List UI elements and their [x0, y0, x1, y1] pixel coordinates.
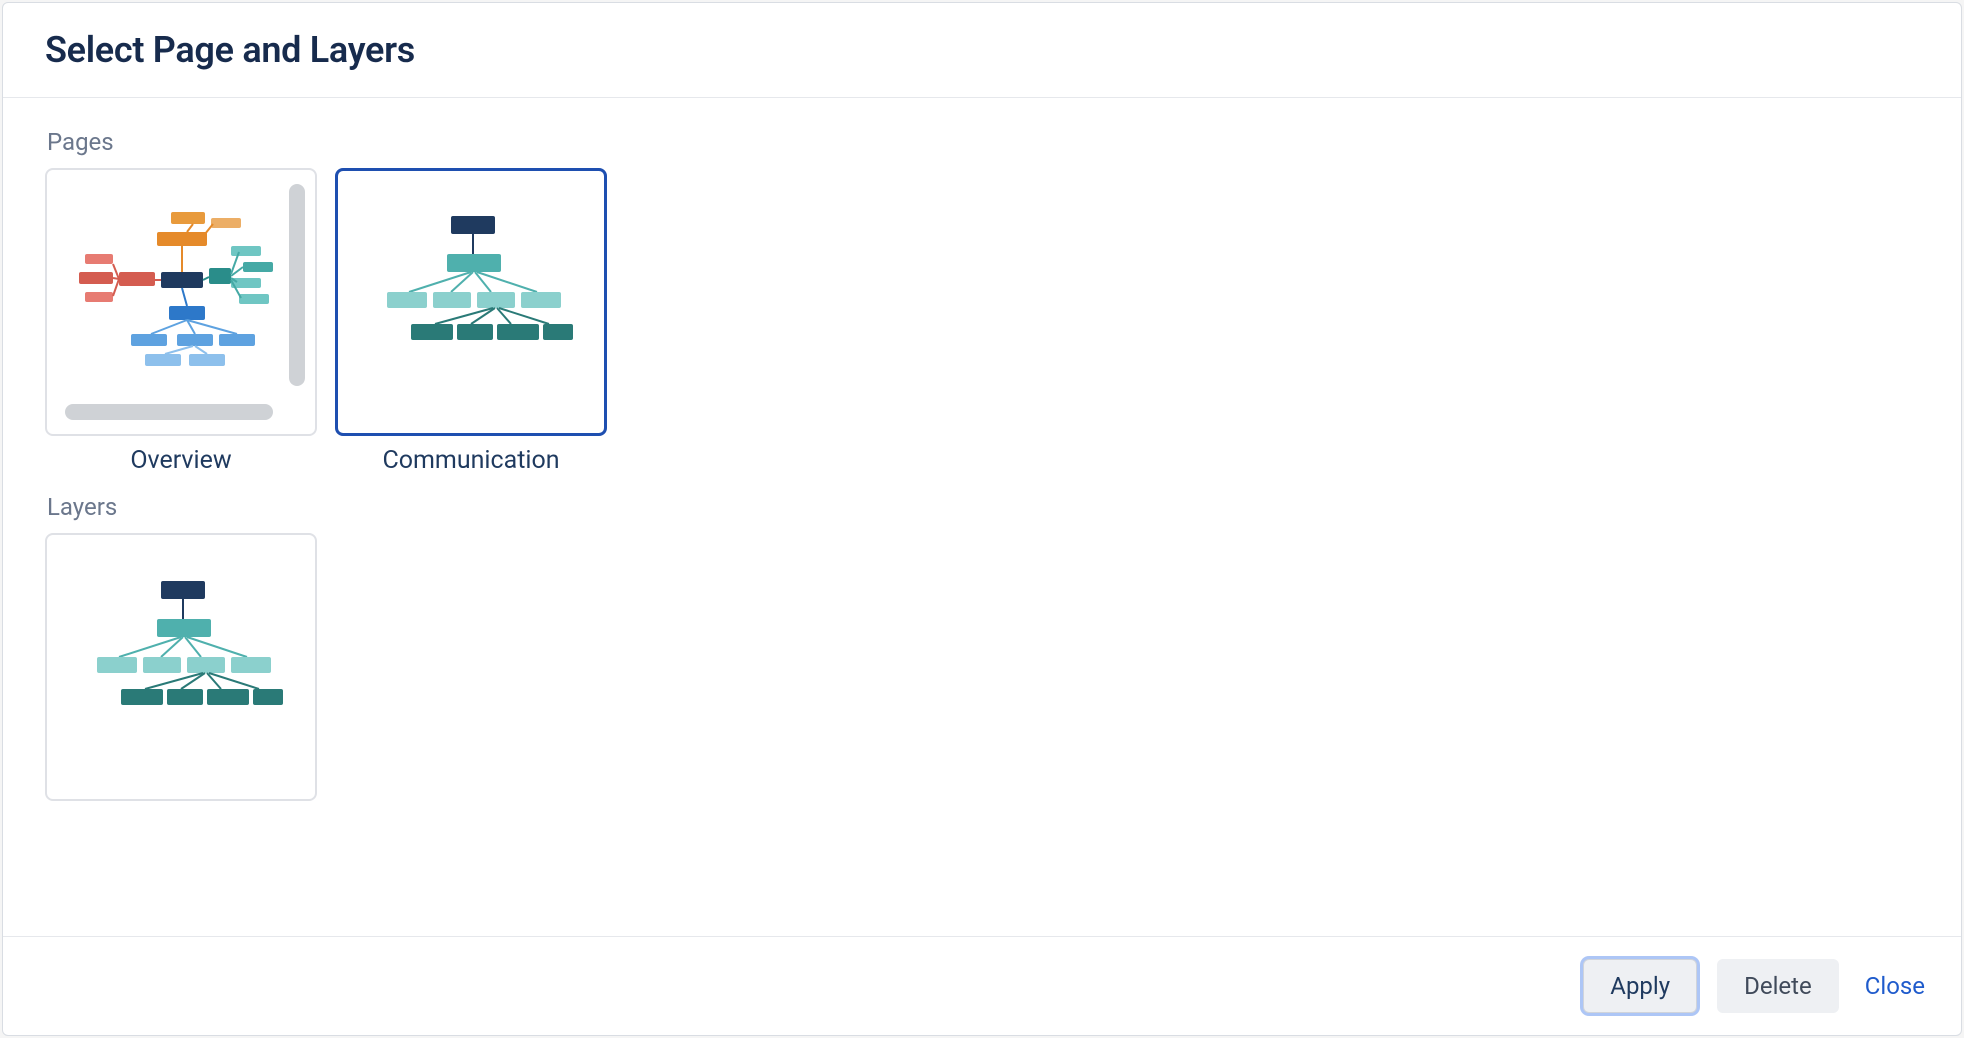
page-thumb-communication-frame	[335, 168, 607, 436]
dialog-title: Select Page and Layers	[45, 29, 1921, 71]
layer-thumb-0-frame	[45, 533, 317, 801]
communication-diagram-icon	[351, 202, 591, 402]
page-thumb-communication-label: Communication	[382, 446, 559, 475]
page-thumb-communication[interactable]: Communication	[335, 168, 607, 475]
apply-button[interactable]: Apply	[1583, 959, 1697, 1013]
delete-button[interactable]: Delete	[1717, 959, 1839, 1013]
pages-row: Overview	[45, 168, 1919, 475]
thumb-scroll-vertical	[289, 184, 305, 386]
close-button[interactable]: Close	[1859, 960, 1931, 1012]
dialog-footer: Apply Delete Close	[3, 936, 1961, 1035]
layers-row	[45, 533, 1919, 801]
pages-section-label: Pages	[47, 128, 1919, 156]
layer-diagram-icon	[61, 567, 301, 767]
thumb-scroll-horizontal	[65, 404, 273, 420]
select-page-layers-dialog: Select Page and Layers Pages	[2, 2, 1962, 1036]
page-thumb-overview[interactable]: Overview	[45, 168, 317, 475]
page-thumb-overview-label: Overview	[130, 446, 231, 475]
layer-thumb-0[interactable]	[45, 533, 317, 801]
page-thumb-overview-frame	[45, 168, 317, 436]
dialog-body: Pages	[3, 98, 1961, 936]
overview-diagram-icon	[61, 202, 301, 402]
layers-section-label: Layers	[47, 493, 1919, 521]
dialog-header: Select Page and Layers	[3, 3, 1961, 98]
